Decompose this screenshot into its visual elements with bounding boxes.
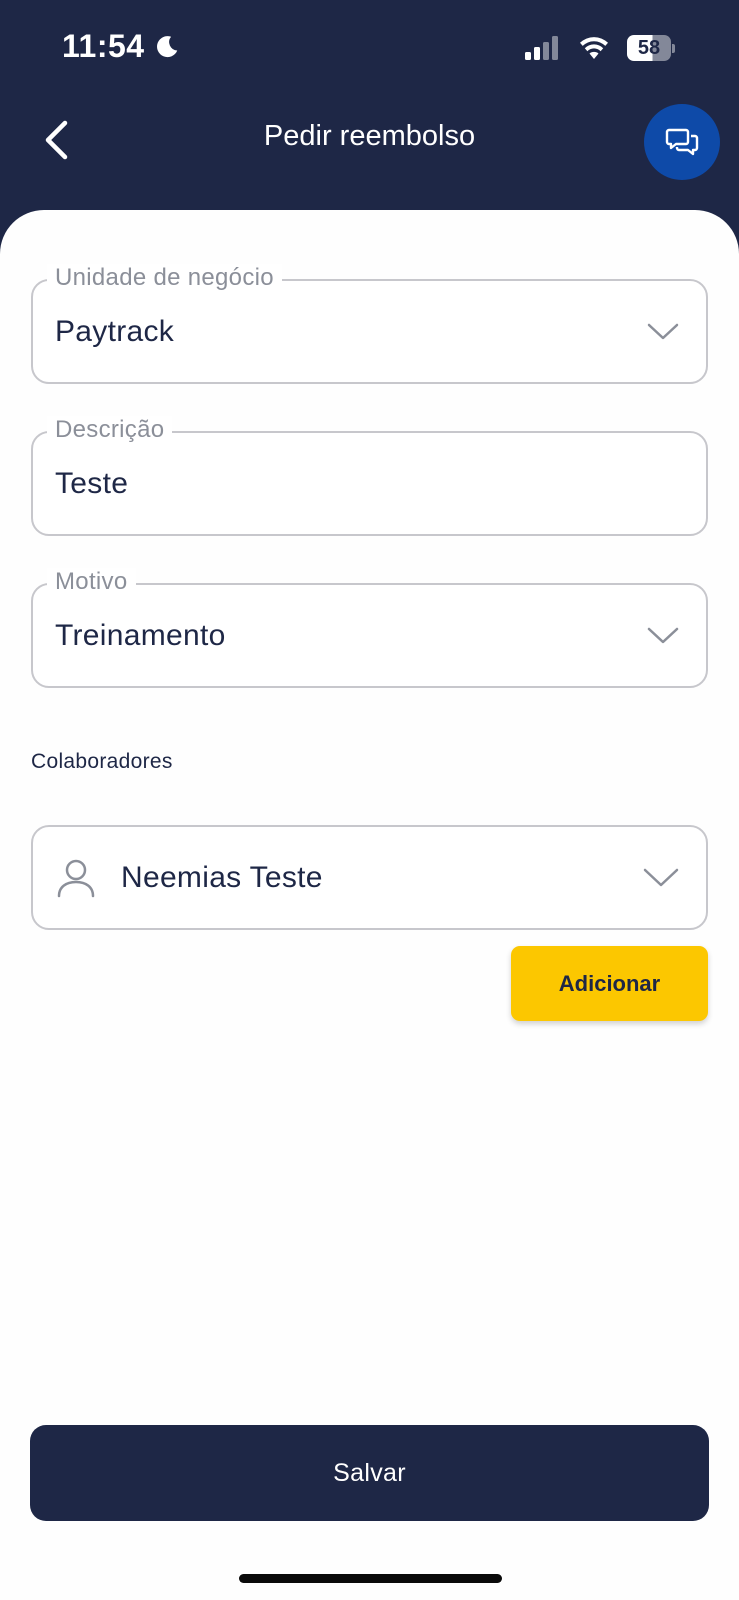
battery-tip [672,43,675,53]
battery-icon: 58 [627,34,675,62]
chat-bubbles-icon [665,128,699,156]
collaborator-value: Neemias Teste [121,860,323,894]
add-collaborator-button[interactable]: Adicionar [511,946,708,1021]
collaborator-select[interactable]: Neemias Teste [31,825,708,930]
collaborators-heading: Colaboradores [31,750,173,773]
cellular-signal-icon [525,36,558,60]
chevron-down-icon [647,323,679,339]
time-label: 11:54 [62,28,145,64]
page-title: Pedir reembolso [263,120,476,152]
battery-level: 58 [627,35,671,61]
business-unit-select[interactable]: Unidade de negócio Paytrack [31,264,708,384]
app-screen: 11:54 58 Pedir reembolso Unidade de negó… [0,0,739,1600]
reason-select[interactable]: Motivo Treinamento [31,568,708,688]
save-button[interactable]: Salvar [30,1425,709,1521]
description-label: Descrição [47,416,173,444]
wifi-icon [580,37,608,59]
reason-label: Motivo [47,568,136,596]
business-unit-value: Paytrack [55,314,175,348]
description-value: Teste [55,466,129,500]
reason-value: Treinamento [55,618,226,652]
user-icon [57,859,95,897]
status-time: 11:54 [62,28,181,65]
moon-icon [156,35,177,57]
status-indicators: 58 [525,34,675,62]
chat-button[interactable] [644,104,720,180]
home-indicator[interactable] [239,1574,502,1583]
chevron-down-icon [643,868,679,886]
description-field[interactable]: Descrição Teste [31,416,708,536]
chevron-down-icon [647,627,679,643]
business-unit-label: Unidade de negócio [47,264,282,292]
